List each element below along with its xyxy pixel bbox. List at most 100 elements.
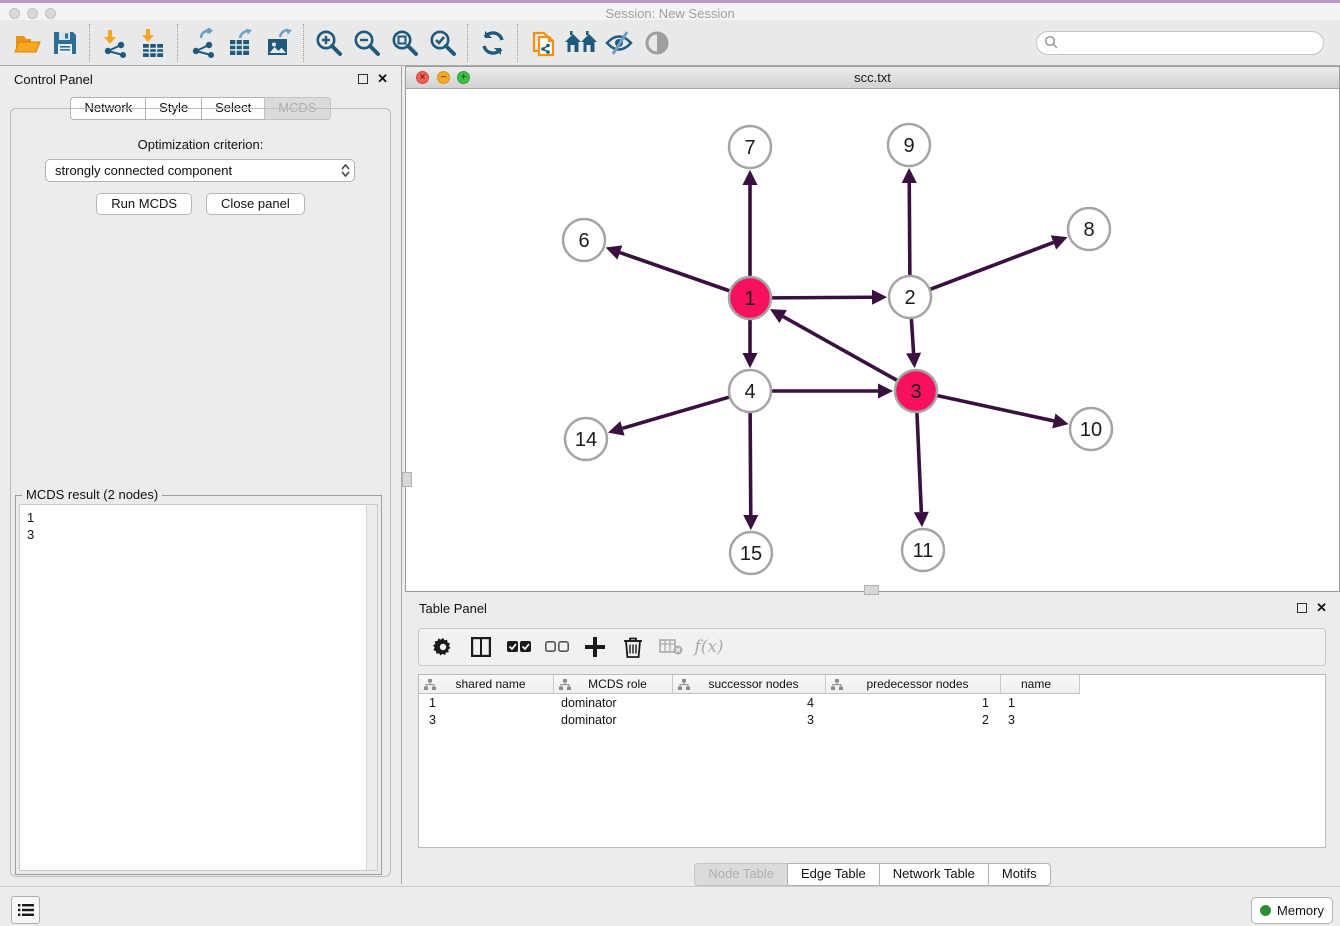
edge-4-15[interactable] <box>750 413 751 515</box>
zoom-out-icon[interactable] <box>348 24 386 62</box>
table-cell: dominator <box>554 696 673 710</box>
column-type-icon <box>831 679 843 690</box>
table-cell: 4 <box>673 696 826 710</box>
hide-selected-icon[interactable] <box>600 24 638 62</box>
network-window-titlebar[interactable]: × − + scc.txt <box>406 67 1339 89</box>
column-type-icon <box>678 679 690 690</box>
delete-column-icon[interactable] <box>619 633 647 661</box>
export-network-icon[interactable] <box>184 24 222 62</box>
optimization-criterion-label: Optimization criterion: <box>11 137 390 152</box>
vertical-splitter-handle[interactable] <box>402 472 412 487</box>
delete-table-icon[interactable] <box>657 633 685 661</box>
add-column-icon[interactable] <box>581 633 609 661</box>
float-table-panel-icon[interactable] <box>1297 603 1307 613</box>
close-panel-button[interactable]: Close panel <box>206 193 305 215</box>
table-panel-title: Table Panel <box>419 601 487 616</box>
window-title: Session: New Session <box>0 6 1340 21</box>
node-label-15: 15 <box>740 543 762 565</box>
search-input[interactable] <box>1063 33 1323 53</box>
open-session-icon[interactable] <box>8 24 46 62</box>
apply-layout-icon[interactable] <box>474 24 512 62</box>
select-all-columns-icon[interactable] <box>505 633 533 661</box>
toggle-panes-icon[interactable] <box>467 633 495 661</box>
edge-2-8[interactable] <box>931 242 1054 289</box>
main-toolbar <box>0 20 1340 66</box>
search-field[interactable] <box>1036 31 1324 55</box>
node-label-6: 6 <box>578 230 589 252</box>
edge-3-11[interactable] <box>917 413 921 512</box>
zoom-selected-icon[interactable] <box>424 24 462 62</box>
table-cell: 1 <box>1001 696 1080 710</box>
table-row[interactable]: 1dominator411 <box>419 694 1325 711</box>
table-row[interactable]: 3dominator323 <box>419 711 1325 728</box>
memory-status-icon <box>1260 905 1271 916</box>
export-table-icon[interactable] <box>222 24 260 62</box>
edge-2-3[interactable] <box>911 319 913 353</box>
chevron-updown-icon <box>336 164 354 177</box>
node-table-body: 1dominator4113dominator323 <box>419 694 1325 728</box>
network-canvas[interactable]: 7968124314101511 <box>406 89 1339 591</box>
mcds-result-box: MCDS result (2 nodes) 1 3 <box>15 495 382 875</box>
result-scrollbar[interactable] <box>366 505 377 870</box>
horizontal-splitter-handle[interactable] <box>864 585 879 595</box>
close-table-panel-icon[interactable]: ✕ <box>1316 600 1327 616</box>
node-table-header: shared name MCDS role successor nodes pr… <box>419 675 1325 694</box>
node-label-8: 8 <box>1083 219 1094 241</box>
import-table-icon[interactable] <box>134 24 172 62</box>
tab-motifs[interactable]: Motifs <box>988 863 1051 886</box>
float-panel-icon[interactable] <box>358 74 368 84</box>
edge-3-10[interactable] <box>937 396 1053 421</box>
network-window-title: scc.txt <box>406 70 1339 85</box>
memory-button[interactable]: Memory <box>1251 897 1333 924</box>
network-graph: 7968124314101511 <box>406 89 1339 591</box>
close-panel-icon[interactable]: ✕ <box>377 71 388 87</box>
edge-4-14[interactable] <box>622 397 728 428</box>
table-settings-icon[interactable] <box>429 633 457 661</box>
clone-network-icon[interactable] <box>524 24 562 62</box>
tab-edge-table[interactable]: Edge Table <box>787 863 879 886</box>
column-header-successor-nodes[interactable]: successor nodes <box>673 675 826 694</box>
tab-network-table[interactable]: Network Table <box>879 863 988 886</box>
first-neighbors-icon[interactable] <box>562 24 600 62</box>
table-cell: dominator <box>554 713 673 727</box>
toolbar-separator <box>89 24 91 62</box>
search-icon <box>1044 35 1059 50</box>
edge-2-9[interactable] <box>909 183 910 275</box>
mcds-result-text[interactable]: 1 3 <box>19 504 378 871</box>
node-label-7: 7 <box>744 137 755 159</box>
show-all-icon[interactable] <box>638 24 676 62</box>
column-header-mcds-role[interactable]: MCDS role <box>554 675 673 694</box>
import-network-icon[interactable] <box>96 24 134 62</box>
run-mcds-button[interactable]: Run MCDS <box>96 193 192 215</box>
edge-1-6[interactable] <box>620 253 729 291</box>
export-image-icon[interactable] <box>260 24 298 62</box>
deselect-all-columns-icon[interactable] <box>543 633 571 661</box>
table-cell: 1 <box>419 696 554 710</box>
column-type-icon <box>559 679 571 690</box>
zoom-in-icon[interactable] <box>310 24 348 62</box>
save-session-icon[interactable] <box>46 24 84 62</box>
table-cell: 3 <box>419 713 554 727</box>
node-label-9: 9 <box>903 135 914 157</box>
memory-label: Memory <box>1277 903 1324 918</box>
toolbar-separator <box>303 24 305 62</box>
column-header-predecessor-nodes[interactable]: predecessor nodes <box>826 675 1001 694</box>
optimization-criterion-select[interactable]: strongly connected component <box>45 159 355 182</box>
mcds-result-title: MCDS result (2 nodes) <box>22 487 162 502</box>
zoom-fit-icon[interactable] <box>386 24 424 62</box>
function-builder-icon[interactable]: f(x) <box>695 633 723 661</box>
network-view-window: × − + scc.txt 7968124314101511 <box>405 66 1340 592</box>
task-history-button[interactable] <box>11 896 40 924</box>
column-type-icon <box>424 679 436 690</box>
node-table: shared name MCDS role successor nodes pr… <box>418 674 1326 848</box>
column-header-shared-name[interactable]: shared name <box>419 675 554 694</box>
edge-1-2[interactable] <box>772 297 872 298</box>
column-header-name[interactable]: name <box>1001 675 1080 694</box>
control-panel-title: Control Panel <box>14 72 93 87</box>
tab-node-table[interactable]: Node Table <box>694 863 787 886</box>
toolbar-separator <box>177 24 179 62</box>
edge-3-1[interactable] <box>783 317 897 381</box>
toolbar-separator <box>517 24 519 62</box>
application-window: Session: New Session <box>0 0 1340 926</box>
table-cell: 1 <box>826 696 1001 710</box>
